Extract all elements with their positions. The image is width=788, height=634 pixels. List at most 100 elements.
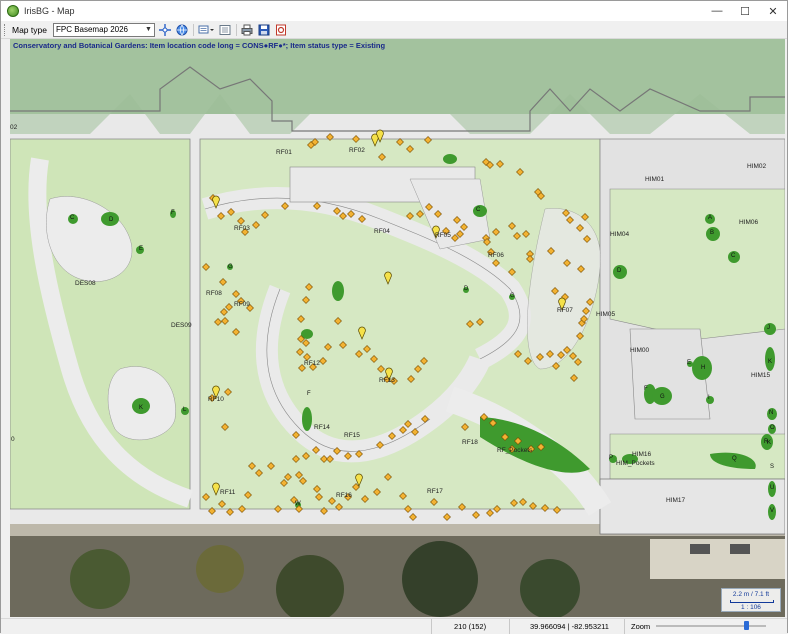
zone-label: RF11 — [220, 489, 236, 496]
zone-label: RF10 — [208, 396, 224, 403]
status-bar: 210 (152) 39.966094 | -82.953211 Zoom — [1, 618, 787, 634]
list-icon[interactable] — [218, 23, 232, 37]
zone-label: RF09 — [234, 301, 250, 308]
app-icon — [7, 5, 19, 17]
map-toolbar: Map type FPC Basemap 2026 ▼ — [1, 21, 787, 39]
bed-label: U — [770, 485, 775, 491]
zone-label: HIM01 — [645, 176, 665, 183]
bed-label: K — [768, 359, 773, 365]
pixel-value: 210 (152) — [454, 622, 487, 631]
map-filter-caption: Conservatory and Botanical Gardens: Item… — [13, 41, 386, 50]
zone-label: HIM16 — [632, 451, 652, 458]
bed-label: F — [307, 391, 311, 397]
window-title: IrisBG - Map — [24, 6, 75, 16]
bed-label: J — [767, 325, 770, 331]
bed-label: L — [183, 407, 187, 413]
zone-label: RF16 — [336, 492, 352, 499]
zone-label: RF17 — [427, 488, 443, 495]
bed-label: H — [701, 365, 706, 371]
title-bar[interactable]: IrisBG - Map — ☐ ✕ — [1, 1, 787, 21]
bed-label: Q — [732, 456, 737, 462]
chevron-down-icon: ▼ — [145, 25, 152, 33]
toolbar-separator — [192, 23, 194, 36]
bed-label: D — [109, 217, 114, 223]
bed-label: P — [609, 455, 614, 461]
bed-label: W — [295, 501, 301, 507]
bed-label: E — [139, 246, 144, 252]
map-window: IrisBG - Map — ☐ ✕ Map type FPC Basemap … — [0, 0, 788, 634]
zone-label: RF05 — [435, 232, 451, 239]
zone-label: HIM04 — [610, 231, 630, 238]
zone-label: DES08 — [75, 280, 96, 287]
bed-label: C — [731, 253, 736, 259]
save-icon[interactable] — [257, 23, 271, 37]
bed-label: B — [710, 230, 715, 236]
export-icon[interactable] — [274, 23, 288, 37]
scale-bar-line — [730, 600, 774, 603]
bed-label: A — [708, 215, 713, 221]
zone-label: RF13 — [379, 377, 395, 384]
bed-label: G — [228, 264, 233, 270]
zone-label: HIM05 — [596, 311, 616, 318]
zone-label: HIM06 — [739, 219, 759, 226]
bed-label: D — [464, 286, 469, 292]
bed-label: O — [770, 425, 775, 431]
zone-label: RF14 — [314, 424, 330, 431]
map-canvas[interactable]: Conservatory and Botanical Gardens: Item… — [10, 39, 785, 617]
coordinate-value: 39.966094 | -82.953211 — [530, 622, 609, 631]
bed-label: K — [139, 405, 144, 411]
zone-label: RF04 — [374, 228, 390, 235]
bed-label: D — [617, 268, 622, 274]
zone-label: RF07 — [557, 307, 573, 314]
bed-label: I — [708, 395, 710, 401]
pan-select-icon[interactable] — [158, 23, 172, 37]
bed-label: E — [687, 360, 692, 366]
zone-label: HIM02 — [747, 163, 767, 170]
scale-bar: 2.2 m / 7.1 ft 1 : 106 — [721, 588, 781, 612]
zone-label: RF12 — [304, 360, 320, 367]
zoom-slider-thumb[interactable] — [744, 621, 750, 630]
zone-label: HIM17 — [666, 497, 686, 504]
map-drawing — [10, 39, 785, 617]
toolbar-grip[interactable] — [4, 23, 7, 36]
zone-label: RF02 — [349, 147, 365, 154]
zone-label: RF06 — [488, 252, 504, 259]
bed-label: V — [770, 508, 775, 514]
zone-label: 02 — [10, 124, 18, 131]
zone-label: RF03 — [234, 225, 250, 232]
zone-label: RF08 — [206, 290, 222, 297]
close-button[interactable]: ✕ — [759, 1, 787, 21]
pixel-readout: 210 (152) — [431, 619, 509, 634]
bed-label: C — [476, 207, 481, 213]
print-icon[interactable] — [240, 23, 254, 37]
zone-label: RF01 — [276, 149, 292, 156]
zone-label: DES09 — [171, 322, 192, 329]
scale-ratio: 1 : 106 — [741, 604, 761, 611]
globe-icon[interactable] — [175, 23, 189, 37]
bed-label: C — [70, 215, 75, 221]
maximize-button[interactable]: ☐ — [731, 1, 759, 21]
zone-label: HIM_Pockets — [616, 460, 655, 467]
zone-label: HIM00 — [630, 347, 650, 354]
zone-label: RF15 — [344, 432, 360, 439]
bed-label: F — [171, 210, 175, 216]
zoom-label: Zoom — [631, 622, 651, 631]
map-type-select[interactable]: FPC Basemap 2026 ▼ — [52, 22, 155, 37]
bed-label: S — [770, 464, 775, 470]
scale-distance: 2.2 m / 7.1 ft — [732, 591, 770, 598]
bed-label: F — [644, 386, 648, 392]
zone-label: RF_Pockets — [497, 447, 533, 454]
layers-dropdown-icon[interactable] — [197, 23, 215, 37]
minimize-button[interactable]: — — [703, 1, 731, 21]
zone-label: RF18 — [462, 439, 478, 446]
bed-label: N — [769, 410, 774, 416]
bed-label: G — [510, 293, 515, 299]
zone-label: 0 — [11, 436, 15, 443]
coordinate-readout: 39.966094 | -82.953211 — [509, 619, 624, 634]
bed-label: R — [764, 439, 769, 445]
map-type-label: Map type — [12, 24, 47, 35]
bed-label: G — [660, 394, 665, 400]
window-controls: — ☐ ✕ — [703, 1, 787, 21]
zone-label: HIM15 — [751, 372, 771, 379]
zoom-slider-track[interactable] — [656, 625, 766, 627]
